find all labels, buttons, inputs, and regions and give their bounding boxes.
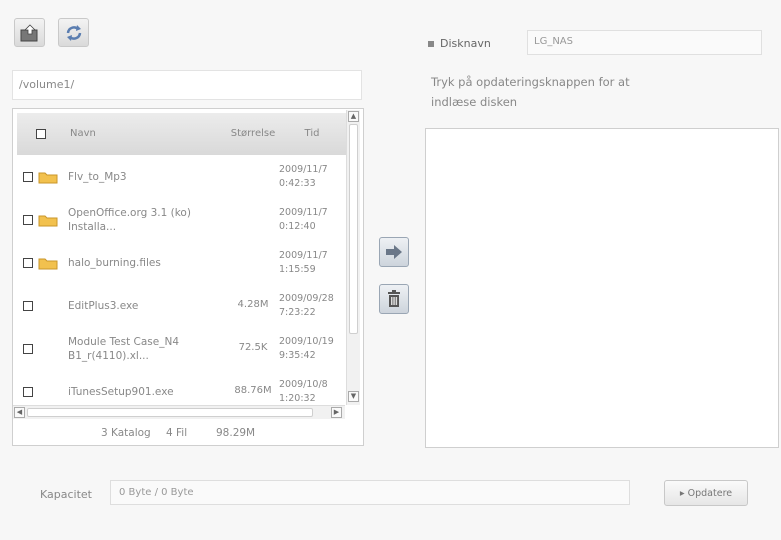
- row-checkbox[interactable]: [23, 258, 33, 268]
- scroll-down-icon[interactable]: ▼: [348, 391, 359, 402]
- update-button[interactable]: ▸ Opdatere: [664, 480, 748, 506]
- file-name-cont: B1_r(4110).xl...: [68, 350, 149, 362]
- file-size: 72.5K: [238, 342, 268, 353]
- disk-content-panel: [425, 128, 779, 448]
- file-time: 1:20:32: [279, 393, 316, 404]
- arrow-right-icon: [386, 245, 402, 259]
- file-date: 2009/11/7: [279, 207, 328, 218]
- transfer-button[interactable]: [379, 237, 409, 267]
- total-size: 98.29M: [216, 427, 256, 439]
- file-time: 0:42:33: [279, 178, 316, 189]
- file-name: Flv_to_Mp3: [68, 171, 127, 183]
- upload-folder-icon: [20, 23, 37, 41]
- file-row[interactable]: Module Test Case_N4 B1_r(4110).xl... 72.…: [13, 327, 349, 370]
- disk-name-field[interactable]: LG_NAS: [527, 30, 762, 55]
- capacity-label: Kapacitet: [40, 488, 92, 501]
- scroll-thumb[interactable]: [349, 124, 358, 334]
- vertical-scrollbar[interactable]: ▲ ▼: [346, 110, 360, 405]
- file-count: 4 Fil: [166, 427, 188, 439]
- row-checkbox[interactable]: [23, 301, 33, 311]
- refresh-button[interactable]: [58, 18, 89, 47]
- file-date: 2009/11/7: [279, 250, 328, 261]
- row-checkbox[interactable]: [23, 387, 33, 397]
- folder-count: 3 Katalog: [101, 427, 151, 439]
- bullet-icon: [428, 41, 434, 47]
- row-checkbox[interactable]: [23, 172, 33, 182]
- scroll-left-icon[interactable]: ◀: [14, 407, 25, 418]
- capacity-field: 0 Byte / 0 Byte: [110, 480, 630, 505]
- upload-button[interactable]: [14, 18, 45, 47]
- column-header-name[interactable]: Navn: [65, 113, 234, 155]
- file-row[interactable]: halo_burning.files 2009/11/7 1:15:59: [13, 241, 349, 284]
- folder-icon: [38, 215, 58, 227]
- file-size: 88.76M: [234, 385, 272, 396]
- select-all-checkbox[interactable]: [36, 129, 46, 139]
- file-time: 7:23:22: [279, 307, 316, 318]
- row-checkbox[interactable]: [23, 215, 33, 225]
- folder-icon: [38, 172, 58, 184]
- column-header-time[interactable]: Tid: [278, 113, 347, 155]
- scroll-right-icon[interactable]: ▶: [331, 407, 342, 418]
- file-name: iTunesSetup901.exe: [68, 386, 174, 398]
- h-scroll-thumb[interactable]: [27, 408, 313, 417]
- file-date: 2009/11/7: [279, 164, 328, 175]
- file-row[interactable]: EditPlus3.exe 4.28M 2009/09/28 7:23:22: [13, 284, 349, 327]
- delete-button[interactable]: [379, 284, 409, 314]
- file-date: 2009/10/8: [279, 379, 328, 390]
- trash-icon: [388, 290, 400, 307]
- file-date: 2009/10/19: [279, 336, 334, 347]
- disk-name-label: Disknavn: [428, 37, 491, 50]
- file-row[interactable]: OpenOffice.org 3.1 (ko) Installa... 2009…: [13, 198, 349, 241]
- scroll-up-icon[interactable]: ▲: [348, 111, 359, 122]
- file-time: 9:35:42: [279, 350, 316, 361]
- file-list-panel: Navn Størrelse Tid Flv_to_Mp3 2009/11/7 …: [12, 108, 364, 446]
- file-name: OpenOffice.org 3.1 (ko): [68, 207, 191, 219]
- info-text: Tryk på opdateringsknappen for at indlæs…: [431, 75, 630, 109]
- file-time: 0:12:40: [279, 221, 316, 232]
- file-name: Module Test Case_N4: [68, 336, 180, 348]
- file-summary: 3 Katalog 4 Fil 98.29M: [13, 423, 363, 443]
- file-time: 1:15:59: [279, 264, 316, 275]
- select-all-header[interactable]: [17, 113, 66, 155]
- file-name-cont: Installa...: [68, 221, 117, 233]
- folder-icon: [38, 258, 58, 270]
- file-row[interactable]: Flv_to_Mp3 2009/11/7 0:42:33: [13, 155, 349, 198]
- path-bar[interactable]: /volume1/: [12, 70, 362, 100]
- file-name: EditPlus3.exe: [68, 300, 139, 312]
- row-checkbox[interactable]: [23, 344, 33, 354]
- file-size: 4.28M: [237, 299, 269, 310]
- file-name: halo_burning.files: [68, 257, 161, 269]
- file-date: 2009/09/28: [279, 293, 334, 304]
- horizontal-scrollbar[interactable]: ◀ ▶: [13, 405, 345, 419]
- refresh-icon: [66, 24, 81, 41]
- column-header-size[interactable]: Størrelse: [228, 113, 279, 155]
